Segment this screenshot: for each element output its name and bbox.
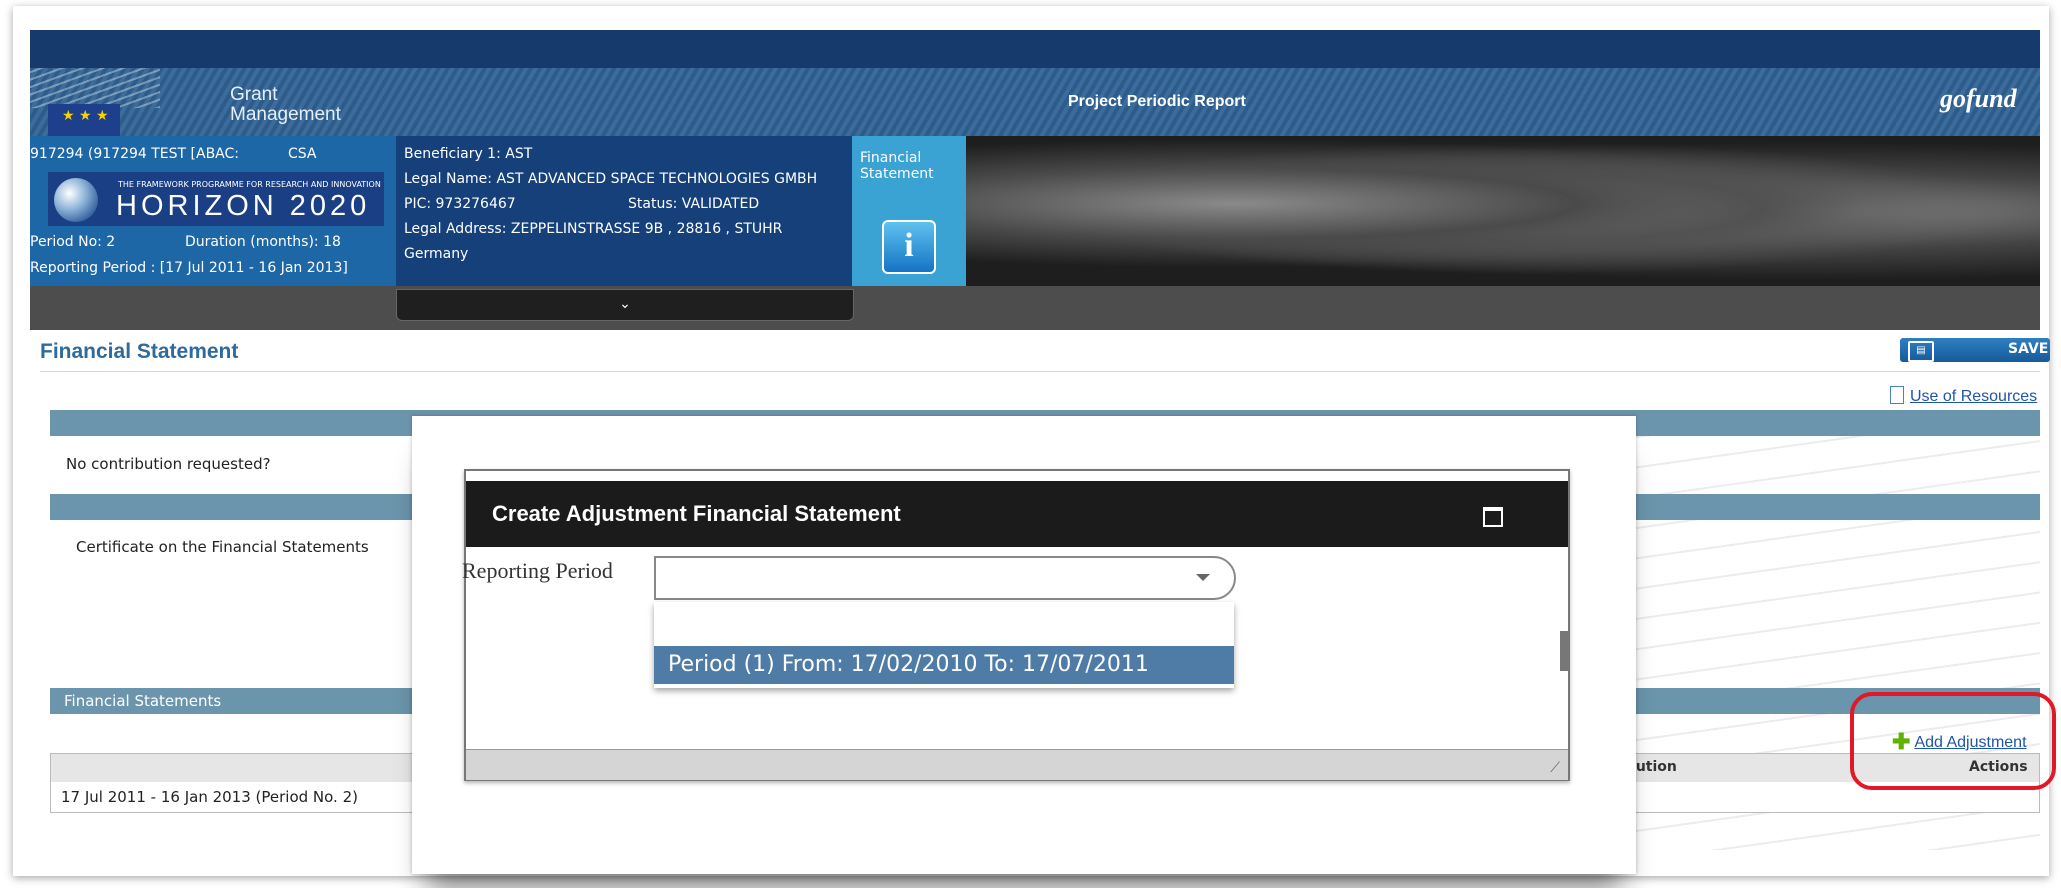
period-no: Period No: 2 — [30, 234, 116, 250]
title-divider — [40, 371, 2040, 372]
dialog-scrollbar[interactable] — [1560, 631, 1568, 671]
project-type: CSA — [288, 146, 317, 162]
reporting-period-select[interactable] — [654, 556, 1236, 600]
dropdown-arrow-icon[interactable] — [1196, 574, 1210, 581]
certificate-label: Certificate on the Financial Statements — [76, 538, 369, 556]
report-title: Project Periodic Report — [1068, 93, 1246, 110]
no-contribution-label: No contribution requested? — [66, 455, 271, 473]
project-id: 917294 (917294 TEST [ABAC: — [30, 146, 240, 162]
maximize-icon[interactable] — [1483, 507, 1503, 527]
pic: PIC: 973276467 — [404, 196, 516, 212]
reporting-period-dropdown: Period (1) From: 17/02/2010 To: 17/07/20… — [654, 602, 1234, 688]
country: Germany — [404, 246, 469, 262]
highlight-annotation — [1850, 692, 2056, 790]
resize-grip-icon[interactable]: ⟋ — [1550, 760, 1560, 776]
top-bar — [30, 30, 2040, 68]
dialog-title: Create Adjustment Financial Statement — [492, 501, 901, 526]
legal-address: Legal Address: ZEPPELINSTRASSE 9B , 2881… — [404, 221, 783, 237]
horizon-2020-logo: THE FRAMEWORK PROGRAMME FOR RESEARCH AND… — [48, 172, 384, 226]
reporting-period-label: Reporting Period — [462, 558, 613, 583]
eu-flag-icon: ★ ★ ★ — [48, 104, 120, 136]
dropdown-option-period-1[interactable]: Period (1) From: 17/02/2010 To: 17/07/20… — [654, 646, 1234, 684]
beneficiary-panel: Beneficiary 1: AST Legal Name: AST ADVAN… — [396, 136, 852, 286]
save-icon: ▤ — [1908, 341, 1934, 362]
header-toolbar — [30, 286, 2040, 330]
legal-name: Legal Name: AST ADVANCED SPACE TECHNOLOG… — [404, 171, 818, 187]
row-period: 17 Jul 2011 - 16 Jan 2013 (Period No. 2) — [61, 788, 358, 806]
grant-management-title: Grant Management — [230, 84, 341, 125]
status: Status: VALIDATED — [628, 196, 760, 212]
chevron-down-icon[interactable]: ⌄ — [396, 289, 854, 321]
dialog-footer: ⟋ — [466, 749, 1568, 780]
financial-statement-tab[interactable]: Financial Statement i — [852, 136, 966, 286]
ec-logo-stripes — [30, 68, 160, 108]
header-artwork — [966, 136, 2040, 286]
globe-icon — [54, 178, 98, 222]
duration: Duration (months): 18 — [185, 234, 341, 250]
use-of-resources-link[interactable]: Use of Resources — [1890, 386, 2037, 406]
gofund-logo: gofund — [1940, 84, 2017, 113]
document-icon — [1890, 386, 1904, 404]
beneficiary-name: Beneficiary 1: AST — [404, 146, 533, 162]
dialog-header: Create Adjustment Financial Statement — [466, 481, 1568, 547]
page-title: Financial Statement — [40, 340, 239, 363]
info-icon[interactable]: i — [882, 220, 936, 274]
reporting-period-info: Reporting Period : [17 Jul 2011 - 16 Jan… — [30, 260, 348, 276]
save-button[interactable]: ▤ SAVE — [1900, 338, 2050, 362]
